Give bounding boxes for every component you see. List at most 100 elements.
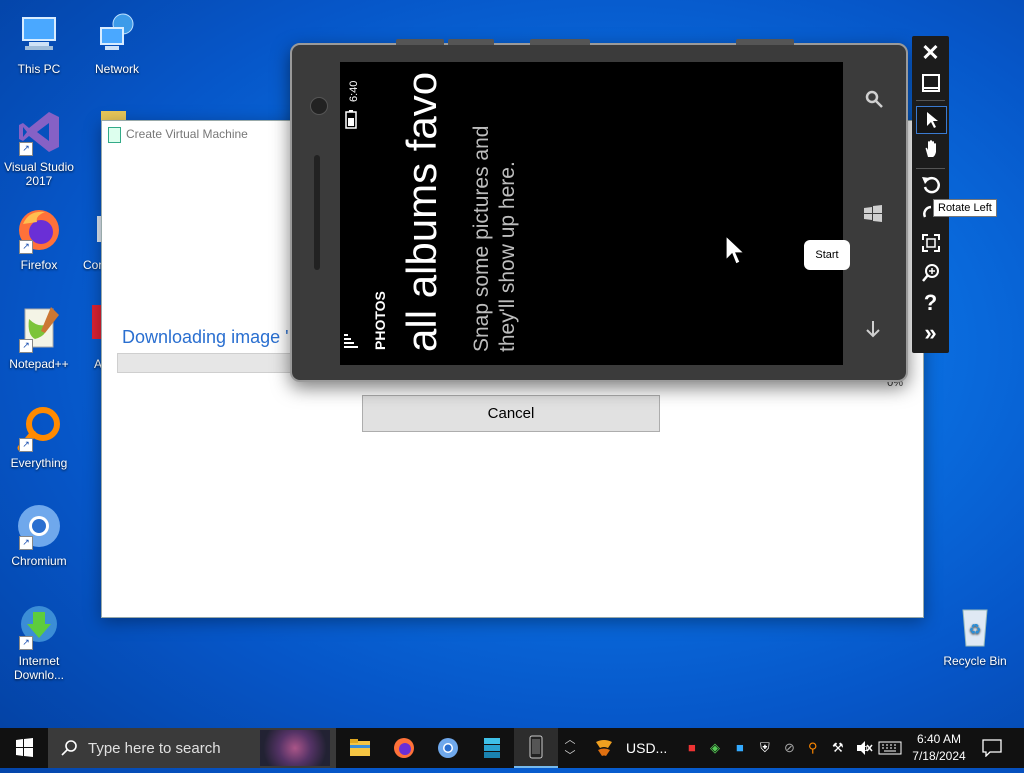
desktop-icon-label: Notepad++ [9,357,69,371]
battery-icon [345,110,357,129]
start-tooltip: Start [804,240,850,270]
desktop-icon-label: Everything [10,456,68,470]
taskbar-chromium[interactable] [426,728,470,768]
windows-start-icon[interactable] [862,203,884,225]
tray-search-app-icon[interactable]: ⚲ [808,740,818,756]
minimize-icon[interactable] [916,70,945,96]
tray-square-icon[interactable]: ■ [736,740,744,755]
desktop-icon-network[interactable]: Network [79,10,155,76]
firefox-icon [394,738,414,758]
zoom-icon[interactable] [916,260,945,286]
vm-app-icon [108,127,121,143]
phone-side-button[interactable] [736,39,794,45]
desktop-icon-label: Recycle Bin [943,654,1007,668]
select-pointer-icon[interactable] [916,106,947,134]
dialog-title: Create Virtual Machine [126,127,248,141]
signal-icon [344,334,358,348]
desktop-icon-con[interactable]: Con [65,206,105,272]
toolbar-separator [916,168,945,169]
usd-app-icon [596,740,612,756]
empty-hint-line2: they'll show up here. [496,161,519,352]
phone-screen[interactable]: 6:40 PHOTOS all albums favo Snap some pi… [340,62,843,365]
taskbar: Type here to search ︿ ﹀ USD... ■ ◈ ■ ⛨ ⊘ … [0,728,1024,768]
toolbar-tooltip: Rotate Left [933,199,997,217]
rotate-left-icon[interactable] [916,172,945,198]
clock-date: 7/18/2024 [912,749,966,763]
desktop-icon-label: Network [94,62,139,76]
desktop-icon-label: Chromium [11,554,67,568]
speaker-muted-icon[interactable] [855,740,873,756]
desktop-icon-label: Internet Downlo... [13,654,65,682]
keyboard-icon[interactable] [878,741,902,755]
camera-icon [310,97,328,115]
stack-app-icon [484,738,500,758]
mouse-cursor-icon [725,234,744,265]
help-icon[interactable]: ? [916,290,945,316]
close-icon[interactable]: ✕ [916,40,945,66]
empty-hint-line1: Snap some pictures and [470,125,493,352]
chevron-up-icon[interactable]: ︿ ﹀ [562,732,578,764]
chromium-icon [438,738,458,758]
search-icon [61,740,77,756]
recycle-bin-icon: ♻ [951,602,999,650]
visual-studio-icon: ↗ [15,108,63,156]
downloading-label: Downloading image ' [122,327,289,347]
search-placeholder: Type here to search [88,740,221,757]
tray-recording-icon[interactable]: ■ [688,740,696,755]
firefox-icon: ↗ [15,206,63,254]
more-chevrons-icon[interactable]: » [916,320,945,346]
start-button[interactable] [0,728,48,768]
tray-shield-icon[interactable]: ⛨ [760,740,770,756]
phone-side-button[interactable] [396,39,444,45]
chromium-icon: ↗ [15,502,63,550]
desktop-icon-visual-studio[interactable]: ↗ Visual Studio 2017 [1,108,77,188]
notification-icon[interactable] [982,739,1002,757]
desktop-icon-label: A [94,357,102,371]
desktop-icon-chromium[interactable]: ↗ Chromium [1,502,77,568]
idm-icon: ↗ [15,602,63,650]
search-input[interactable]: Type here to search [48,728,336,768]
taskbar-file-explorer[interactable] [338,728,382,768]
taskbar-phone-emulator[interactable] [514,728,558,768]
search-icon[interactable] [864,89,884,109]
desktop-icon-idm[interactable]: ↗ Internet Downlo... [1,602,77,682]
tray-wrench-icon[interactable]: ⚒ [832,740,844,756]
phone-emulator[interactable]: 6:40 PHOTOS all albums favo Snap some pi… [290,39,908,382]
pivot-title[interactable]: all albums favo [398,72,446,352]
svg-text:♻: ♻ [969,622,982,638]
toolbar-separator [916,100,945,101]
desktop-icon-a[interactable]: A [82,305,102,371]
computer-icon [15,10,63,58]
hand-icon[interactable] [916,136,945,162]
app-name: PHOTOS [372,291,388,350]
system-clock[interactable]: 6:40 AM 7/18/2024 [908,731,970,765]
notepadpp-icon: ↗ [15,305,63,353]
emulator-toolbar: ✕ ? » [912,36,949,353]
desktop-icon-this-pc[interactable]: This PC [1,10,77,76]
cancel-button[interactable]: Cancel [362,395,660,432]
phone-side-button[interactable] [448,39,494,45]
desktop-icon-label: This PC [17,62,61,76]
windows-logo-icon [16,738,33,757]
speaker-grille [314,155,320,270]
desktop-icon-notepadpp[interactable]: ↗ Notepad++ [1,305,77,371]
network-icon [93,10,141,58]
desktop-icon-label: Firefox [20,258,58,272]
everything-icon: ↗ [15,404,63,452]
desktop-icon-everything[interactable]: ↗ Everything [1,404,77,470]
desktop-icon-label: Visual Studio 2017 [4,160,74,188]
phone-side-button[interactable] [530,39,590,45]
tray-usb-icon[interactable]: ⊘ [784,740,795,756]
taskbar-usd-app[interactable]: USD... [588,728,678,768]
taskbar-app-stack[interactable] [470,728,514,768]
tray-network-app-icon[interactable]: ◈ [710,740,720,756]
taskbar-firefox[interactable] [382,728,426,768]
fit-to-screen-icon[interactable] [916,230,945,256]
search-highlight-image [260,730,330,766]
clock-time: 6:40 AM [916,732,962,746]
desktop-icon-recycle-bin[interactable]: ♻ Recycle Bin [937,602,1013,668]
status-time: 6:40 [348,80,360,102]
phone-icon [529,735,543,759]
usd-app-label: USD... [626,740,668,756]
back-arrow-icon[interactable] [864,319,882,339]
